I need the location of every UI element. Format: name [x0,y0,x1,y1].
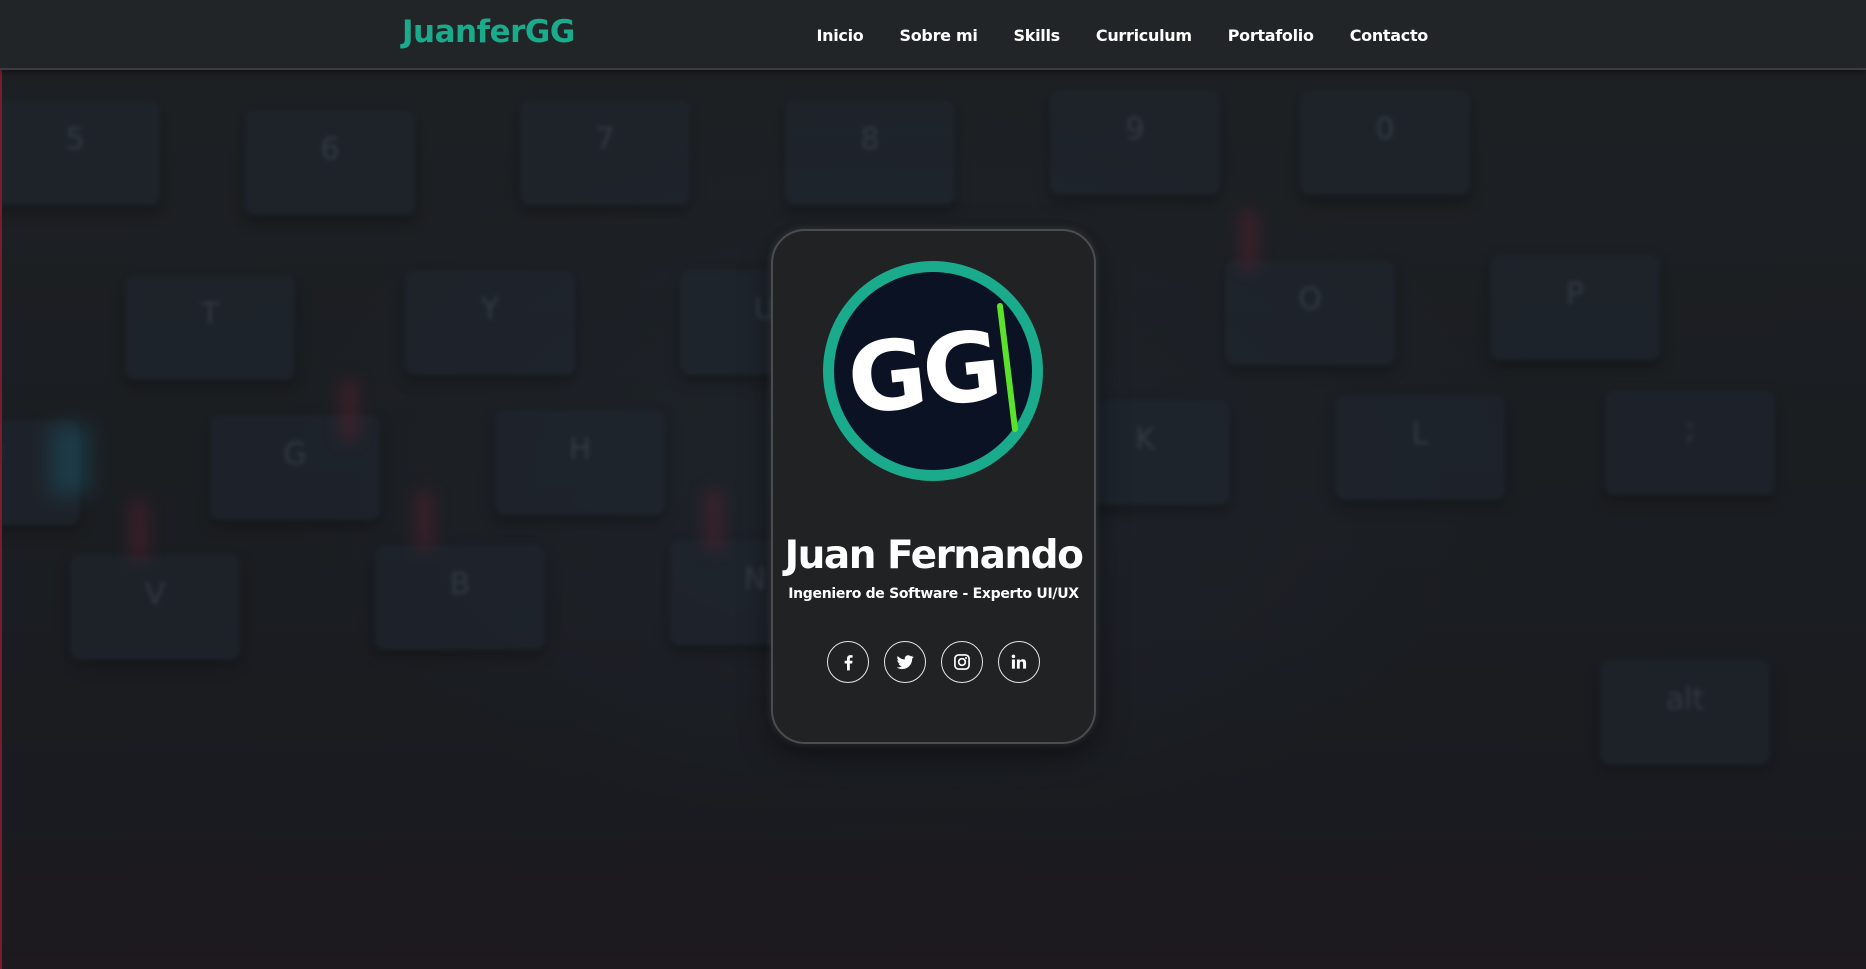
twitter-icon [896,655,914,670]
nav-link-sobre-mi[interactable]: Sobre mi [882,26,996,45]
nav-link-contacto[interactable]: Contacto [1332,26,1446,45]
nav-link-portafolio[interactable]: Portafolio [1210,26,1332,45]
profile-role: Ingeniero de Software - Experto UI/UX [788,586,1079,602]
profile-card: GG Juan Fernando Ingeniero de Software -… [771,229,1096,744]
gg-logo-icon: GG [823,261,1043,481]
social-links [773,641,1094,683]
linkedin-icon [1011,654,1027,669]
nav-link-skills[interactable]: Skills [996,26,1078,45]
brand-logo[interactable]: JuanferGG [402,14,575,50]
twitter-button[interactable] [884,641,926,683]
facebook-button[interactable] [827,641,869,683]
profile-name: Juan Fernando [784,533,1084,578]
nav-link-curriculum[interactable]: Curriculum [1078,26,1210,45]
nav-menu: Inicio Sobre mi Skills Curriculum Portaf… [799,0,1447,70]
svg-text:GG: GG [842,310,1002,437]
facebook-icon [844,655,853,671]
navbar: JuanferGG Inicio Sobre mi Skills Curricu… [0,0,1866,70]
instagram-icon [954,654,970,670]
linkedin-button[interactable] [998,641,1040,683]
nav-link-inicio[interactable]: Inicio [799,26,882,45]
instagram-button[interactable] [941,641,983,683]
